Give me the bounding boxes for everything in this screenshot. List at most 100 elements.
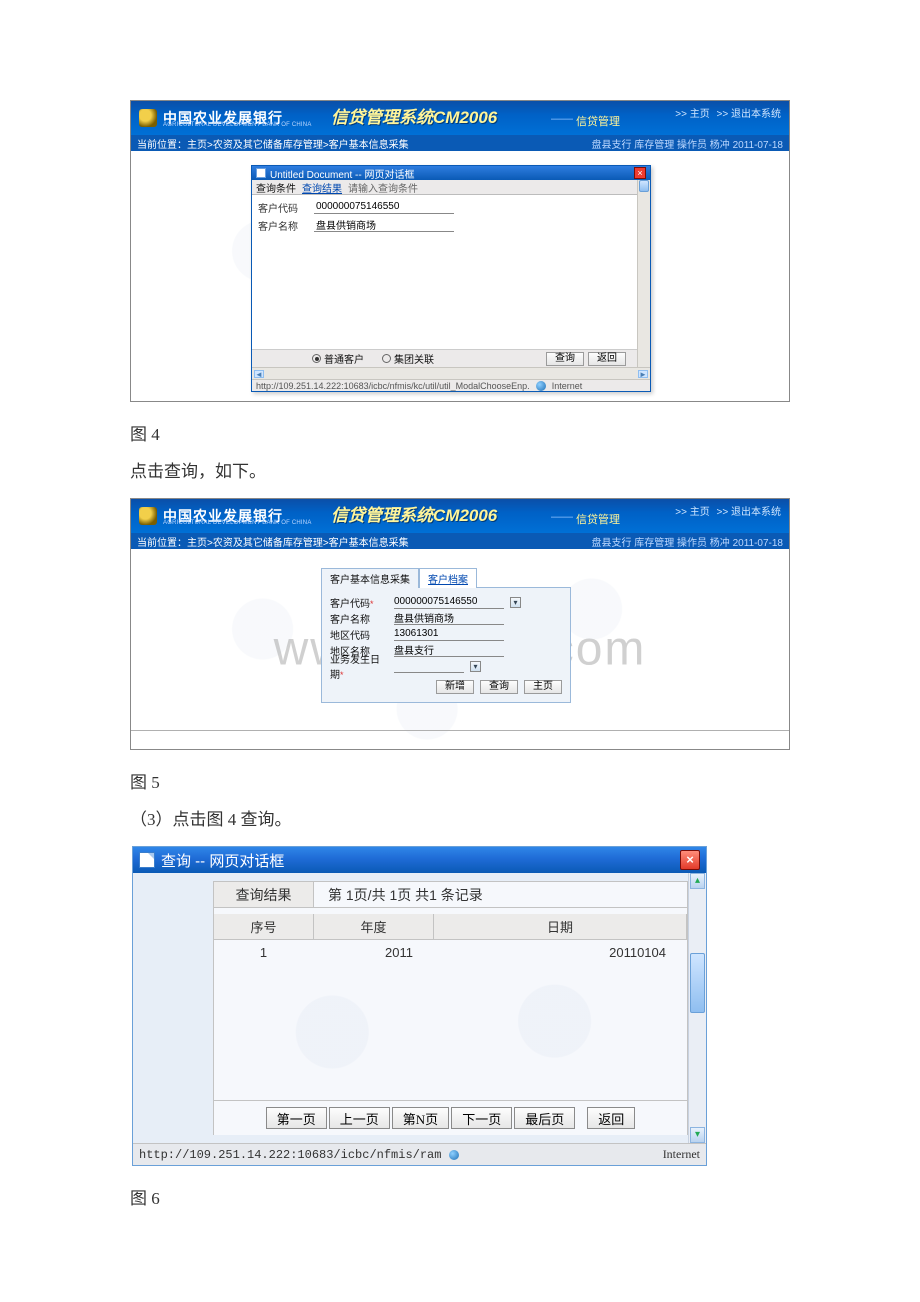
status-right: 盘县支行 库存管理 操作员 杨冲 2011-07-18 xyxy=(591,534,783,549)
link-home[interactable]: >> 主页 xyxy=(675,109,709,120)
tab-customer-archive[interactable]: 客户档案 xyxy=(419,568,477,588)
query-button[interactable]: 查询 xyxy=(480,680,518,694)
grid-empty-area xyxy=(214,964,687,1100)
app-title: 信贷管理系统CM2006 xyxy=(331,501,497,526)
grid-header: 序号 年度 日期 xyxy=(214,914,687,940)
bank-subtitle: AGRICULTURAL DEVELOPMENT BANK OF CHINA xyxy=(163,520,312,526)
pagination-info: 第 1页/共 1页 共1 条记录 xyxy=(314,885,483,905)
table-row[interactable]: 1 2011 20110104 xyxy=(214,940,687,964)
breadcrumb: 当前位置：主页>农资及其它储备库存管理>客户基本信息采集 xyxy=(137,136,409,151)
input-customer-code[interactable] xyxy=(314,201,454,214)
app-window-fig4: 中国农业发展银行 AGRICULTURAL DEVELOPMENT BANK O… xyxy=(130,100,790,402)
add-button[interactable]: 新增 xyxy=(436,680,474,694)
input-area-name[interactable] xyxy=(394,644,504,657)
modal-title: Untitled Document -- 网页对话框 xyxy=(270,166,414,181)
dialog-statusbar: http://109.251.14.222:10683/icbc/nfmis/r… xyxy=(133,1143,706,1165)
toolbar-link-results[interactable]: 查询结果 xyxy=(302,180,342,195)
radio-normal-customer[interactable]: 普通客户 xyxy=(312,351,364,366)
app-window-fig5: 中国农业发展银行 AGRICULTURAL DEVELOPMENT BANK O… xyxy=(130,498,790,750)
scroll-right-icon[interactable]: ► xyxy=(638,370,648,378)
scroll-up-icon[interactable]: ▴ xyxy=(690,873,705,889)
back-button[interactable]: 返回 xyxy=(587,1107,635,1129)
label-area-code: 地区代码 xyxy=(330,627,388,642)
text-after-fig5: （3）点击图 4 查询。 xyxy=(130,805,790,830)
status-url: http://109.251.14.222:10683/icbc/nfmis/k… xyxy=(256,381,530,391)
breadcrumb-bar: 当前位置：主页>农资及其它储备库存管理>客户基本信息采集 盘县支行 库存管理 操… xyxy=(131,533,789,549)
status-right: 盘县支行 库存管理 操作员 杨冲 2011-07-18 xyxy=(591,136,783,151)
next-page-button[interactable]: 下一页 xyxy=(451,1107,512,1129)
caption-fig6: 图 6 xyxy=(130,1184,790,1209)
title-dash: —— xyxy=(551,113,573,125)
bank-logo-icon xyxy=(139,507,157,525)
input-customer-name[interactable] xyxy=(394,612,504,625)
col-no: 序号 xyxy=(214,914,314,939)
top-links: >> 主页 >> 退出本系统 xyxy=(671,105,781,120)
input-customer-code[interactable] xyxy=(394,596,504,609)
app-header: 中国农业发展银行 AGRICULTURAL DEVELOPMENT BANK O… xyxy=(131,101,789,135)
app-header: 中国农业发展银行 AGRICULTURAL DEVELOPMENT BANK O… xyxy=(131,499,789,533)
close-icon[interactable]: × xyxy=(680,850,700,870)
modal-vscrollbar[interactable] xyxy=(637,180,650,367)
toolbar-label: 查询条件 xyxy=(256,180,296,195)
modal-hscrollbar[interactable]: ◄ ► xyxy=(252,367,650,379)
caption-fig4: 图 4 xyxy=(130,420,790,445)
globe-icon xyxy=(449,1150,459,1160)
scroll-thumb[interactable] xyxy=(639,180,649,192)
link-logout[interactable]: >> 退出本系统 xyxy=(717,109,781,120)
last-page-button[interactable]: 最后页 xyxy=(514,1107,575,1129)
document-icon xyxy=(139,852,155,868)
nth-page-button[interactable]: 第N页 xyxy=(392,1107,449,1129)
bank-subtitle: AGRICULTURAL DEVELOPMENT BANK OF CHINA xyxy=(163,122,312,128)
radio-group-relation[interactable]: 集团关联 xyxy=(382,351,434,366)
app-subtitle: 信贷管理 xyxy=(576,113,620,129)
app-subtitle: 信贷管理 xyxy=(576,511,620,527)
tabs: 客户基本信息采集 客户档案 xyxy=(321,567,571,588)
link-logout[interactable]: >> 退出本系统 xyxy=(717,507,781,518)
globe-icon xyxy=(536,381,546,391)
app-body: Untitled Document -- 网页对话框 × 查询条件 查询结果 请… xyxy=(131,151,789,401)
breadcrumb-bar: 当前位置：主页>农资及其它储备库存管理>客户基本信息采集 盘县支行 库存管理 操… xyxy=(131,135,789,151)
modal-statusbar: http://109.251.14.222:10683/icbc/nfmis/k… xyxy=(252,379,650,391)
input-biz-date[interactable] xyxy=(394,660,464,673)
input-area-code[interactable] xyxy=(394,628,504,641)
label-biz-date: 业务发生日期* xyxy=(330,651,388,681)
first-page-button[interactable]: 第一页 xyxy=(266,1107,327,1129)
col-year: 年度 xyxy=(314,914,434,939)
close-icon[interactable]: × xyxy=(634,167,646,179)
label-customer-name: 客户名称 xyxy=(330,611,388,626)
scroll-thumb[interactable] xyxy=(690,953,705,1013)
tab-query-result[interactable]: 查询结果 xyxy=(214,882,314,907)
dropdown-icon[interactable]: ▾ xyxy=(470,661,481,672)
dialog-vscrollbar[interactable]: ▴ ▾ xyxy=(688,873,706,1143)
col-date: 日期 xyxy=(434,914,687,939)
text-after-fig4: 点击查询，如下。 xyxy=(130,457,790,482)
prev-page-button[interactable]: 上一页 xyxy=(329,1107,390,1129)
modal-titlebar[interactable]: Untitled Document -- 网页对话框 × xyxy=(252,166,650,180)
label-customer-code: 客户代码 xyxy=(258,200,306,215)
link-home[interactable]: >> 主页 xyxy=(675,507,709,518)
dropdown-icon[interactable]: ▾ xyxy=(510,597,521,608)
status-url: http://109.251.14.222:10683/icbc/nfmis/r… xyxy=(139,1148,441,1162)
divider xyxy=(131,730,789,731)
caption-fig5: 图 5 xyxy=(130,768,790,793)
label-customer-code: 客户代码* xyxy=(330,595,388,610)
scroll-down-icon[interactable]: ▾ xyxy=(690,1127,705,1143)
scroll-left-icon[interactable]: ◄ xyxy=(254,370,264,378)
cell-date: 20110104 xyxy=(434,940,687,964)
dialog-titlebar[interactable]: 查询 -- 网页对话框 × xyxy=(133,847,706,873)
radio-row: 普通客户 集团关联 查询 返回 xyxy=(252,349,650,367)
document-icon xyxy=(256,168,266,178)
tab-customer-basic[interactable]: 客户基本信息采集 xyxy=(321,568,419,588)
cell-year: 2011 xyxy=(314,940,434,964)
panel-body: 客户代码* ▾ 客户名称 地区代码 地区名称 xyxy=(321,588,571,703)
app-title: 信贷管理系统CM2006 xyxy=(331,103,497,128)
modal-toolbar: 查询条件 查询结果 请输入查询条件 xyxy=(252,180,650,195)
input-customer-name[interactable] xyxy=(314,219,454,232)
back-button[interactable]: 返回 xyxy=(588,352,626,366)
dialog-body: 查询结果 第 1页/共 1页 共1 条记录 序号 年度 日期 1 2011 20… xyxy=(133,873,706,1143)
home-button[interactable]: 主页 xyxy=(524,680,562,694)
result-header: 查询结果 第 1页/共 1页 共1 条记录 xyxy=(214,882,687,908)
query-result-dialog: 查询 -- 网页对话框 × 查询结果 第 1页/共 1页 共1 条记录 序号 年… xyxy=(132,846,707,1166)
query-button[interactable]: 查询 xyxy=(546,352,584,366)
pager: 第一页 上一页 第N页 下一页 最后页 返回 xyxy=(214,1100,687,1135)
